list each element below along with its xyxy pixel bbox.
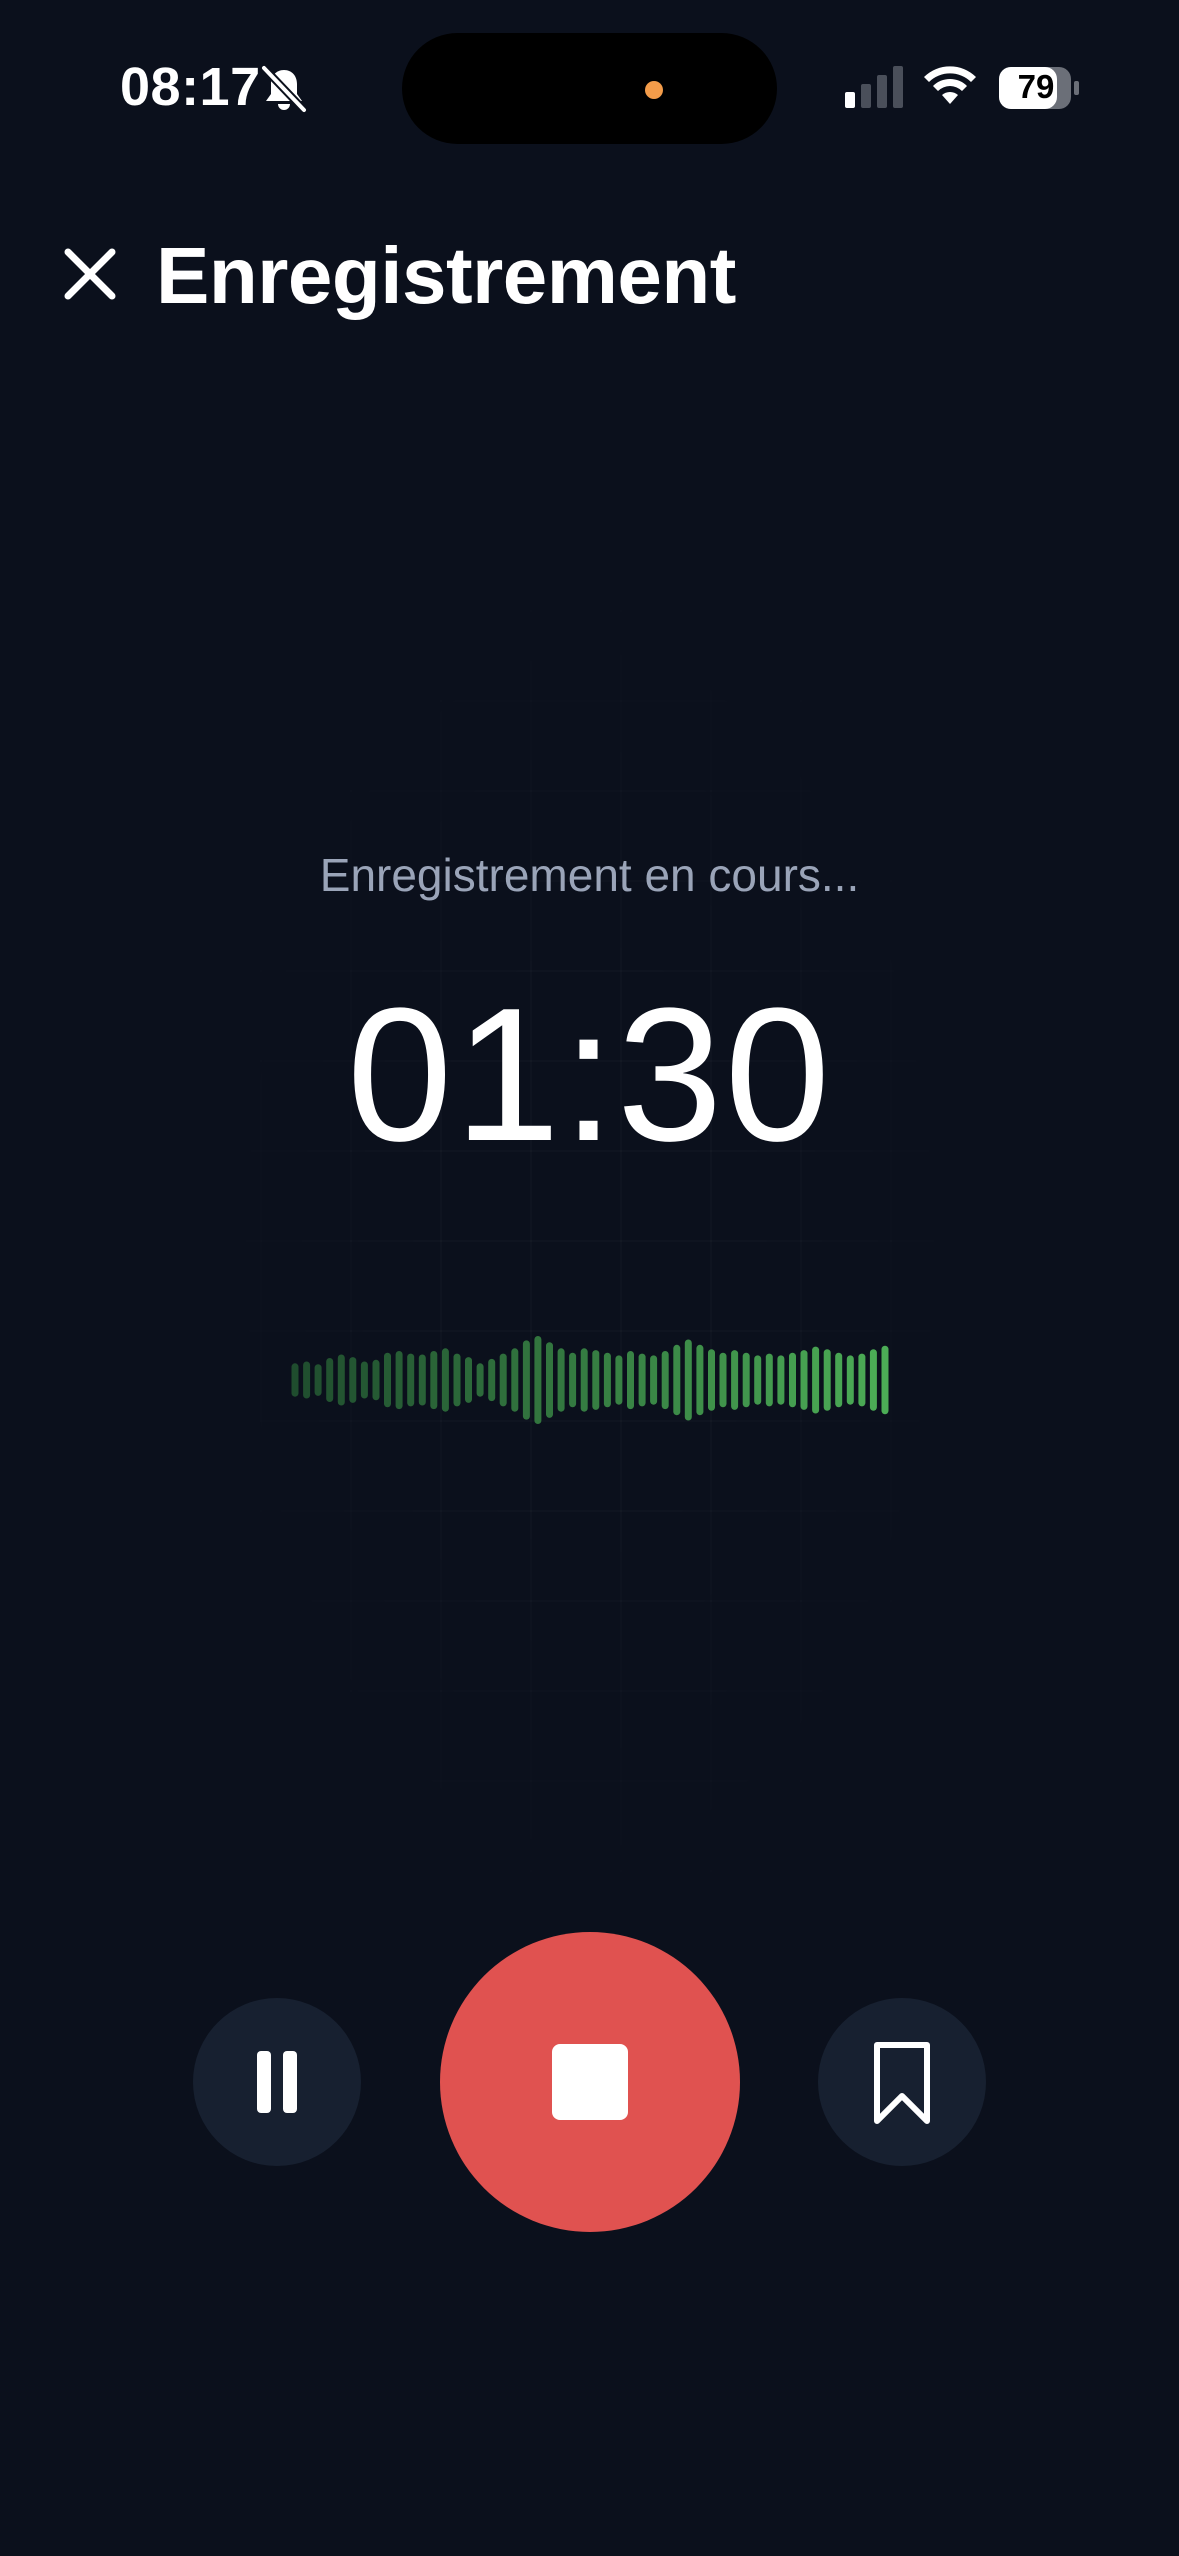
waveform-bar xyxy=(708,1349,715,1411)
waveform-bar xyxy=(476,1363,484,1397)
waveform-bar xyxy=(650,1355,658,1405)
privacy-indicator-dot xyxy=(645,81,663,99)
recording-timer: 01:30 xyxy=(346,969,833,1181)
waveform-bar xyxy=(534,1336,542,1424)
waveform-bar xyxy=(453,1353,461,1407)
waveform-bar xyxy=(557,1348,565,1412)
waveform-bar xyxy=(441,1348,449,1412)
waveform-bar xyxy=(372,1359,380,1401)
page-title: Enregistrement xyxy=(156,231,736,320)
dynamic-island xyxy=(402,33,777,144)
pause-button[interactable] xyxy=(193,1998,361,2166)
waveform-bar xyxy=(858,1353,866,1407)
battery-level: 79 xyxy=(1017,68,1055,105)
waveform-bar xyxy=(337,1354,345,1406)
waveform-bar xyxy=(881,1345,889,1415)
waveform-bar xyxy=(615,1355,623,1405)
waveform-bar xyxy=(627,1351,634,1410)
waveform-bar xyxy=(673,1344,681,1416)
close-icon[interactable] xyxy=(58,242,122,306)
status-time: 08:17 xyxy=(120,57,261,117)
waveform-bar xyxy=(511,1348,519,1412)
waveform-bar xyxy=(846,1355,854,1405)
waveform-bar xyxy=(488,1358,496,1402)
audio-waveform xyxy=(291,1336,889,1424)
stop-button[interactable] xyxy=(440,1932,740,2232)
waveform-bar xyxy=(430,1351,438,1410)
cellular-signal-icon xyxy=(845,66,903,108)
bookmark-icon xyxy=(874,2042,930,2124)
waveform-bar xyxy=(291,1363,299,1397)
waveform-bar xyxy=(522,1340,530,1420)
waveform-bar xyxy=(418,1354,426,1406)
stop-icon xyxy=(552,2044,628,2120)
waveform-bar xyxy=(465,1357,472,1403)
waveform-bar xyxy=(303,1361,311,1399)
waveform-bar xyxy=(638,1353,646,1407)
waveform-bar xyxy=(661,1351,669,1410)
waveform-bar xyxy=(580,1348,588,1412)
pause-icon xyxy=(257,2051,297,2113)
waveform-bar xyxy=(499,1353,507,1407)
bookmark-button[interactable] xyxy=(818,1998,986,2166)
waveform-bar xyxy=(742,1352,750,1408)
waveform-bar xyxy=(546,1342,553,1418)
waveform-bar xyxy=(603,1352,611,1408)
waveform-bar xyxy=(395,1351,403,1410)
recording-status: Enregistrement en cours... xyxy=(319,849,860,901)
waveform-bar xyxy=(314,1364,322,1396)
waveform-bar xyxy=(407,1353,415,1407)
waveform-bar xyxy=(719,1352,727,1408)
waveform-bar xyxy=(823,1349,831,1411)
wifi-icon xyxy=(924,66,976,104)
bell-slash-icon xyxy=(261,65,307,113)
waveform-bar xyxy=(684,1339,692,1421)
waveform-bar xyxy=(765,1353,773,1407)
waveform-bar xyxy=(869,1349,877,1411)
waveform-bar xyxy=(777,1355,785,1405)
waveform-bar xyxy=(360,1361,368,1399)
waveform-bar xyxy=(789,1352,796,1408)
waveform-bar xyxy=(592,1350,600,1410)
waveform-bar xyxy=(349,1357,357,1403)
waveform-bar xyxy=(384,1352,391,1408)
waveform-bar xyxy=(800,1350,808,1410)
waveform-bar xyxy=(835,1352,843,1408)
background-grid xyxy=(170,520,1010,1980)
waveform-bar xyxy=(326,1358,334,1402)
waveform-bar xyxy=(569,1352,577,1408)
waveform-bar xyxy=(731,1350,739,1410)
waveform-bar xyxy=(696,1344,704,1416)
waveform-bar xyxy=(812,1346,820,1414)
waveform-bar xyxy=(754,1355,762,1405)
